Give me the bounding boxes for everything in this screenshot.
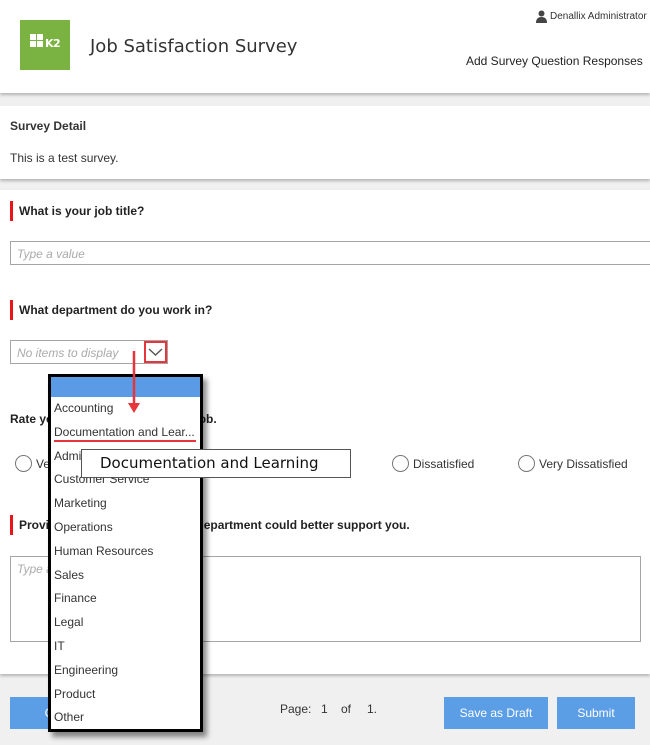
submit-button[interactable]: Submit (557, 697, 635, 729)
radio-very-dissatisfied[interactable]: Very Dissatisfied (518, 455, 628, 472)
page-subtitle: Add Survey Question Responses (466, 54, 643, 68)
question-job-title-label: What is your job title? (10, 201, 144, 221)
chevron-down-icon (148, 348, 163, 356)
radio-circle[interactable] (392, 455, 409, 472)
dropdown-item[interactable]: IT (51, 635, 200, 659)
survey-detail-panel: Survey Detail This is a test survey. (0, 106, 650, 179)
department-dropdown-list[interactable]: AccountingDocumentation and Lear...Admin… (48, 374, 203, 732)
dropdown-item[interactable]: Finance (51, 587, 200, 611)
app-header: K2 Job Satisfaction Survey Denallix Admi… (0, 0, 650, 93)
page-current: 1 (321, 702, 328, 716)
dropdown-item[interactable]: Marketing (51, 492, 200, 516)
user-icon (536, 10, 547, 23)
user-name: Denallix Administrator (550, 11, 647, 22)
dropdown-item[interactable]: Legal (51, 611, 200, 635)
dropdown-item[interactable]: Accounting (51, 397, 200, 421)
dropdown-item[interactable]: Sales (51, 564, 200, 588)
dropdown-item[interactable]: Product (51, 683, 200, 707)
k2-logo: K2 (20, 20, 70, 70)
radio-dissatisfied[interactable]: Dissatisfied (392, 455, 474, 472)
dropdown-item[interactable]: Other (51, 706, 200, 730)
page-label: Page: (280, 702, 312, 716)
user-menu[interactable]: Denallix Administrator (536, 10, 647, 23)
save-as-draft-button[interactable]: Save as Draft (444, 697, 548, 729)
question-department-label: What department do you work in? (10, 300, 212, 320)
radio-circle[interactable] (15, 455, 32, 472)
page-of-label: of (341, 702, 352, 716)
dropdown-item[interactable]: Operations (51, 516, 200, 540)
logo-text: K2 (45, 37, 61, 50)
page-total: 1. (367, 702, 378, 716)
dropdown-blank-selected-item[interactable] (51, 377, 200, 397)
dropdown-item[interactable]: Human Resources (51, 540, 200, 564)
dropdown-item[interactable]: Documentation and Lear... (51, 421, 200, 445)
dropdown-toggle-button[interactable] (144, 341, 167, 363)
radio-circle[interactable] (518, 455, 535, 472)
job-title-input[interactable]: Type a value (10, 241, 650, 265)
survey-detail-heading: Survey Detail (10, 119, 87, 133)
dropdown-item[interactable]: Engineering (51, 659, 200, 683)
survey-description: This is a test survey. (10, 151, 119, 165)
item-tooltip: Documentation and Learning (81, 449, 351, 478)
app-title: Job Satisfaction Survey (90, 36, 298, 57)
